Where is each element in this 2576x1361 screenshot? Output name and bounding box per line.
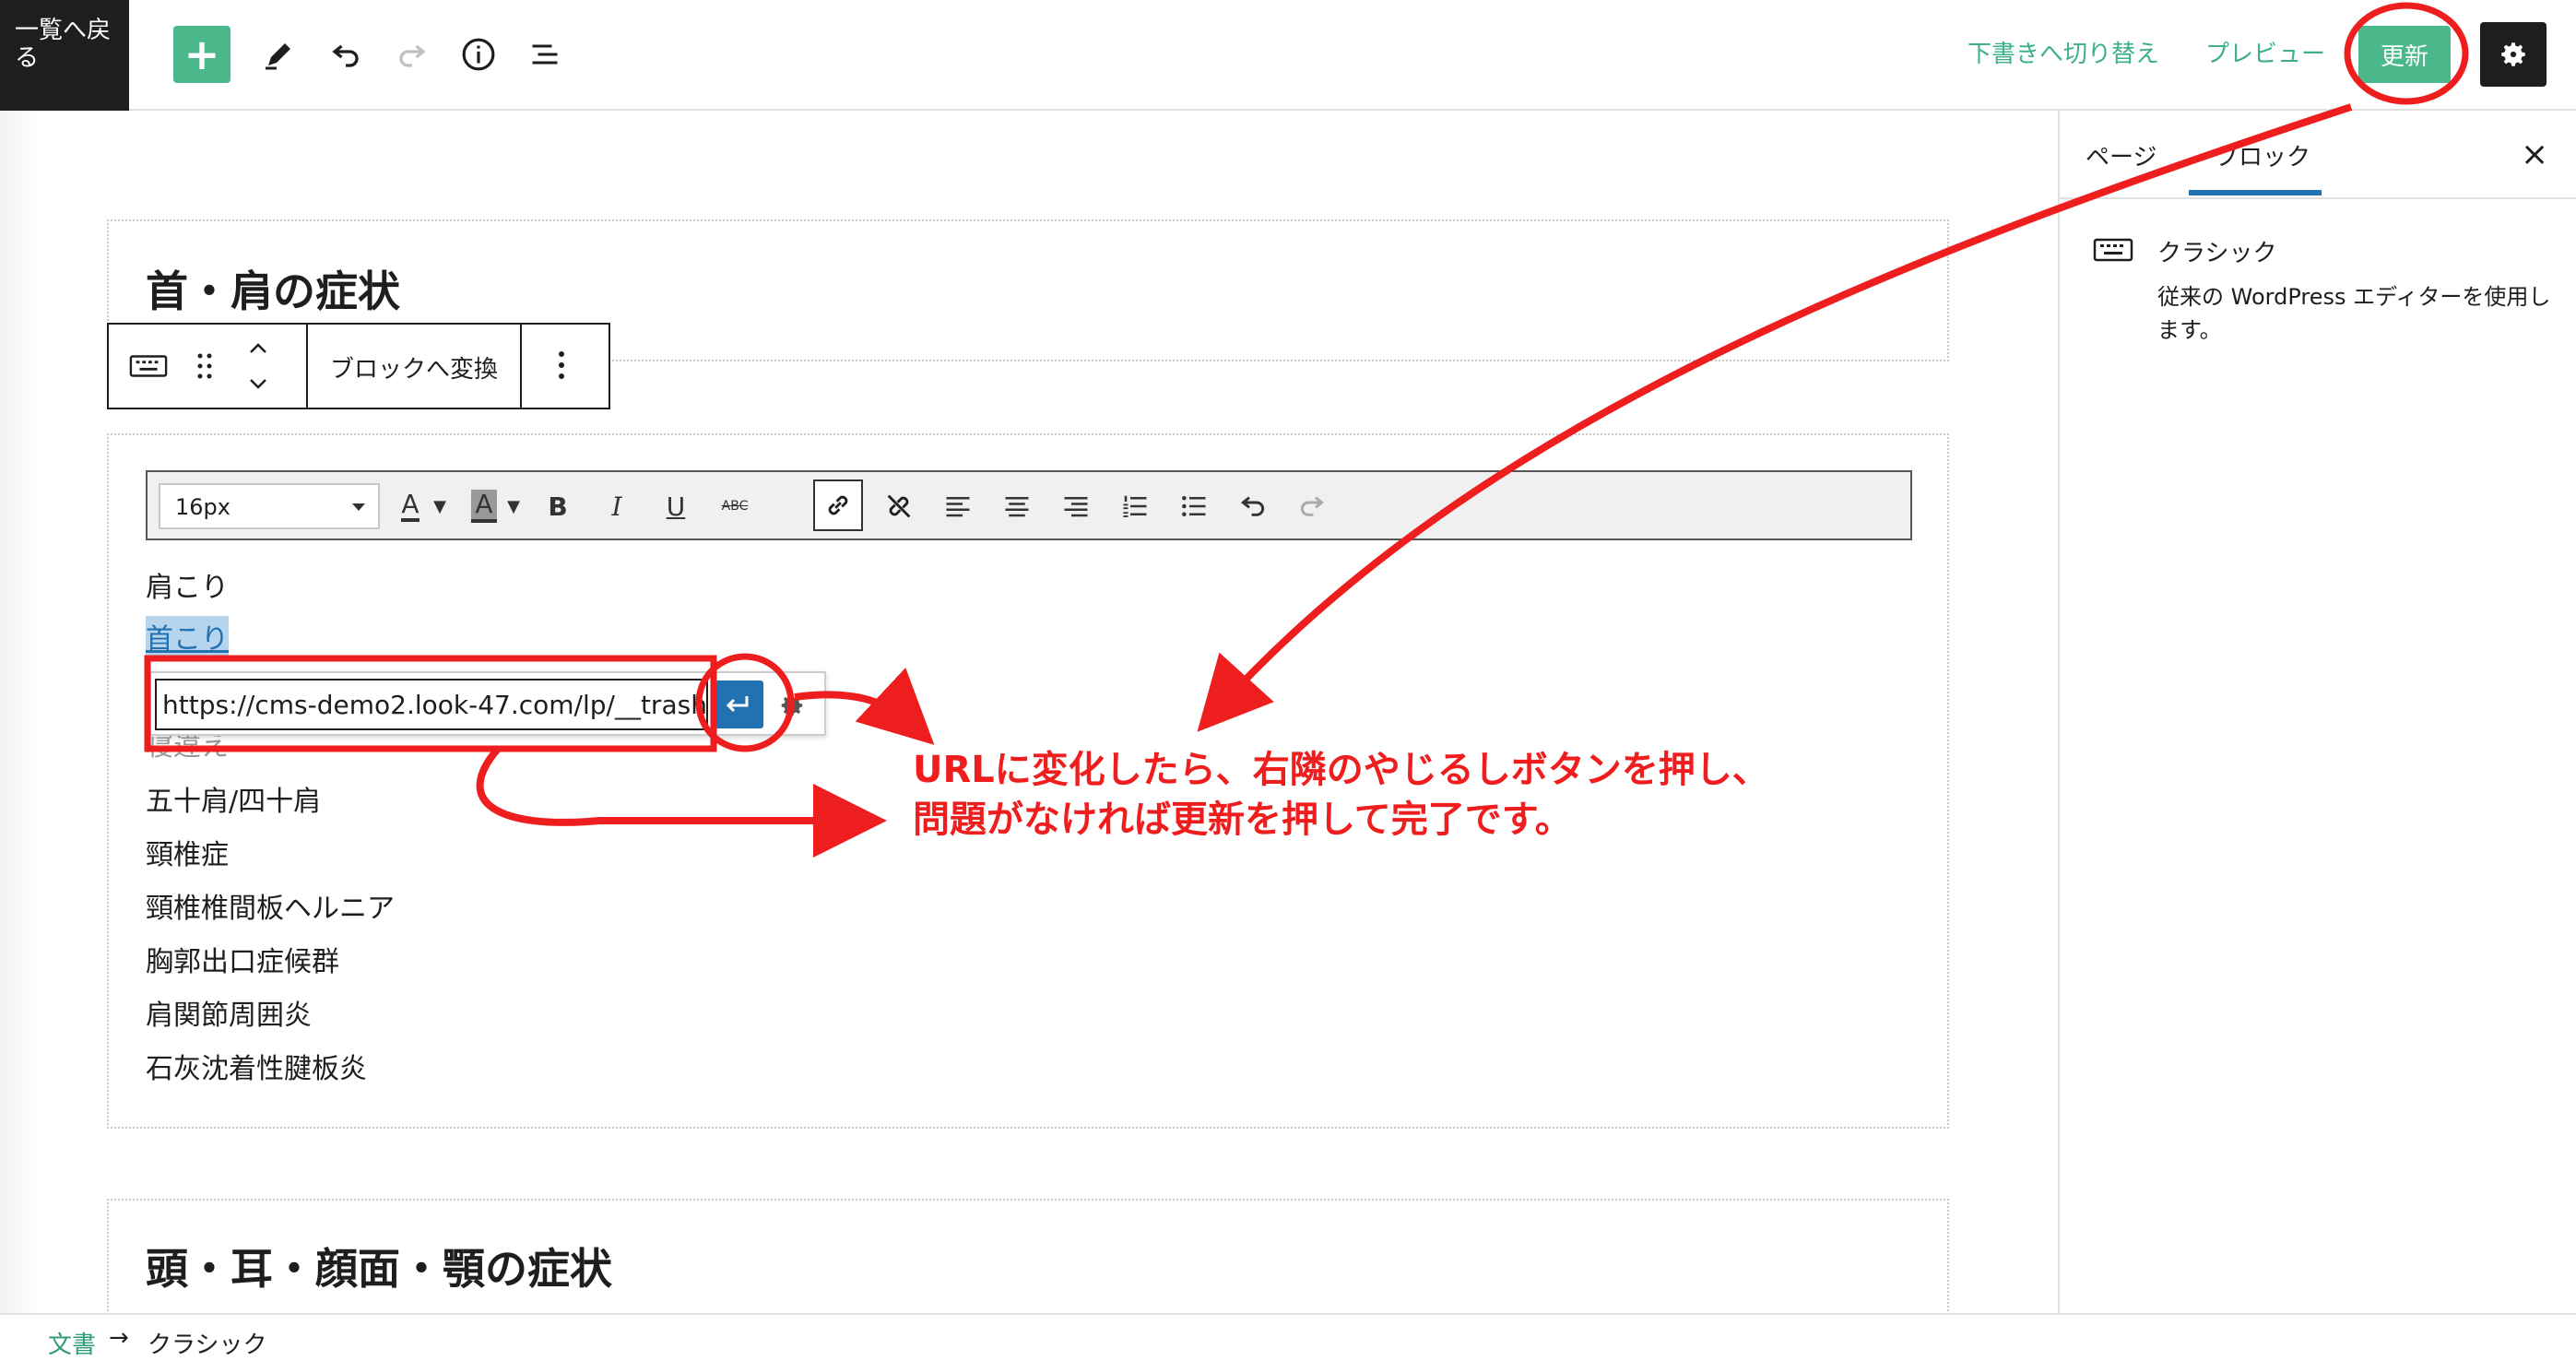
section-heading[interactable]: 首・肩の症状 xyxy=(146,258,400,319)
background-color-icon: A xyxy=(471,490,497,523)
redo-button[interactable] xyxy=(384,26,441,83)
more-options-icon[interactable] xyxy=(555,347,568,387)
bulleted-list-icon xyxy=(1182,496,1206,516)
info-icon xyxy=(462,38,495,71)
apply-link-button[interactable] xyxy=(712,680,763,728)
list-view-icon xyxy=(532,44,558,65)
move-up-icon[interactable] xyxy=(245,337,271,363)
redo-icon xyxy=(399,44,426,67)
bulleted-list-button[interactable] xyxy=(1171,481,1217,531)
breadcrumb-bar: 文書 → クラシック xyxy=(0,1313,2576,1361)
unlink-button[interactable] xyxy=(876,481,922,531)
close-sidebar-button[interactable]: × xyxy=(2521,138,2548,172)
content-line[interactable]: 頸椎症 xyxy=(146,832,229,872)
back-to-list-button[interactable]: 一覧へ戻る xyxy=(0,0,129,111)
preview-link[interactable]: プレビュー xyxy=(2205,35,2325,69)
chevron-down-icon xyxy=(352,503,365,511)
url-input[interactable]: https://cms-demo2.look-47.com/lp/__trash… xyxy=(155,679,708,730)
underline-button[interactable]: U xyxy=(653,481,699,531)
content-line[interactable]: 五十肩/四十肩 xyxy=(146,778,321,819)
close-icon: × xyxy=(2521,136,2549,173)
drag-handle-icon[interactable] xyxy=(194,350,216,385)
switch-to-draft-link[interactable]: 下書きへ切り替え xyxy=(1967,35,2159,69)
font-size-value: 16px xyxy=(175,494,230,520)
breadcrumb-arrow-icon: → xyxy=(109,1324,129,1352)
chevron-down-icon: ▼ xyxy=(507,496,520,516)
bold-icon: B xyxy=(548,491,568,522)
add-block-button[interactable]: + xyxy=(173,26,230,83)
block-toolbar: ブロックへ変換 xyxy=(107,323,610,409)
align-center-icon xyxy=(1005,497,1029,517)
annotation-note: URLに変化したら、右隣のやじるしボタンを押し、 問題がなければ更新を押して完了… xyxy=(913,745,1769,845)
align-left-button[interactable] xyxy=(935,481,981,531)
keyboard-icon xyxy=(2093,236,2133,267)
strikethrough-icon: ABC xyxy=(721,499,749,514)
annotation-line-2: 問題がなければ更新を押して完了です。 xyxy=(913,799,1572,841)
tab-page[interactable]: ページ xyxy=(2086,138,2157,172)
editor-left-shade xyxy=(0,111,41,1313)
numbered-list-icon xyxy=(1123,495,1147,517)
strikethrough-button[interactable]: ABC xyxy=(712,481,758,531)
background-color-dropdown[interactable]: ▼ xyxy=(500,481,527,531)
content-line[interactable]: 石灰沈着性腱板炎 xyxy=(146,1046,367,1086)
keyboard-icon[interactable] xyxy=(129,352,168,384)
font-size-select[interactable]: 16px xyxy=(159,483,380,529)
italic-icon: I xyxy=(611,491,622,522)
pencil-icon xyxy=(266,43,290,70)
numbered-list-button[interactable] xyxy=(1112,481,1158,531)
link-icon xyxy=(828,495,848,515)
enter-arrow-icon xyxy=(726,696,749,713)
align-right-icon xyxy=(1064,497,1088,517)
align-center-button[interactable] xyxy=(994,481,1040,531)
align-right-button[interactable] xyxy=(1053,481,1099,531)
editor-header: 一覧へ戻る + 下書きへ切り替え プレビュー 更新 xyxy=(0,0,2576,111)
classic-redo-button[interactable] xyxy=(1289,481,1335,531)
unlink-icon xyxy=(887,494,911,518)
content-line[interactable]: 肩こり xyxy=(146,564,229,605)
block-card-title: クラシック xyxy=(2157,240,2277,267)
breadcrumb-current-block[interactable]: クラシック xyxy=(148,1326,266,1360)
move-down-icon[interactable] xyxy=(245,373,271,398)
settings-sidebar: ページ ブロック × クラシック 従来の WordPress エディターを使用し… xyxy=(2058,111,2576,1313)
content-line[interactable]: 胸郭出口症候群 xyxy=(146,939,339,979)
link-options-button[interactable] xyxy=(769,682,815,728)
classic-undo-button[interactable] xyxy=(1230,481,1276,531)
toolbar-separator xyxy=(306,325,308,408)
tools-button[interactable] xyxy=(251,26,308,83)
classic-editor-toolbar: 16px A ▼ A ▼ B I U ABC xyxy=(146,470,1912,540)
text-color-icon: A xyxy=(401,491,419,522)
active-tab-indicator xyxy=(2189,190,2322,195)
sidebar-divider xyxy=(2060,197,2576,199)
settings-button[interactable] xyxy=(2480,22,2546,87)
underline-icon: U xyxy=(666,491,686,522)
annotation-line-1: URLに変化したら、右隣のやじるしボタンを押し、 xyxy=(913,749,1769,791)
gear-icon xyxy=(781,694,803,716)
redo-icon xyxy=(1300,496,1325,516)
italic-button[interactable]: I xyxy=(594,481,640,531)
block-card-description: 従来の WordPress エディターを使用します。 xyxy=(2157,284,2551,343)
content-line[interactable]: 肩関節周囲炎 xyxy=(146,992,312,1033)
toolbar-separator xyxy=(520,325,522,408)
undo-button[interactable] xyxy=(317,26,374,83)
undo-icon xyxy=(332,44,359,67)
convert-to-blocks-button[interactable]: ブロックへ変換 xyxy=(330,350,498,385)
list-view-button[interactable] xyxy=(516,26,573,83)
breadcrumb-document[interactable]: 文書 xyxy=(48,1326,96,1360)
link-popup: https://cms-demo2.look-47.com/lp/__trash… xyxy=(149,671,826,736)
text-color-dropdown[interactable]: ▼ xyxy=(426,481,454,531)
plus-icon: + xyxy=(183,30,220,79)
bold-button[interactable]: B xyxy=(535,481,581,531)
update-button[interactable]: 更新 xyxy=(2358,26,2451,83)
tab-block[interactable]: ブロック xyxy=(2215,138,2310,172)
insert-link-button[interactable] xyxy=(813,479,863,531)
details-button[interactable] xyxy=(450,26,507,83)
section-heading-2[interactable]: 頭・耳・顔面・顎の症状 xyxy=(146,1236,612,1296)
align-left-icon xyxy=(946,497,970,517)
gear-icon xyxy=(2501,42,2525,66)
content-line[interactable]: 頸椎椎間板ヘルニア xyxy=(146,885,395,926)
selected-link-text[interactable]: 首こり xyxy=(146,616,229,657)
undo-icon xyxy=(1240,496,1265,516)
chevron-down-icon: ▼ xyxy=(433,496,446,516)
